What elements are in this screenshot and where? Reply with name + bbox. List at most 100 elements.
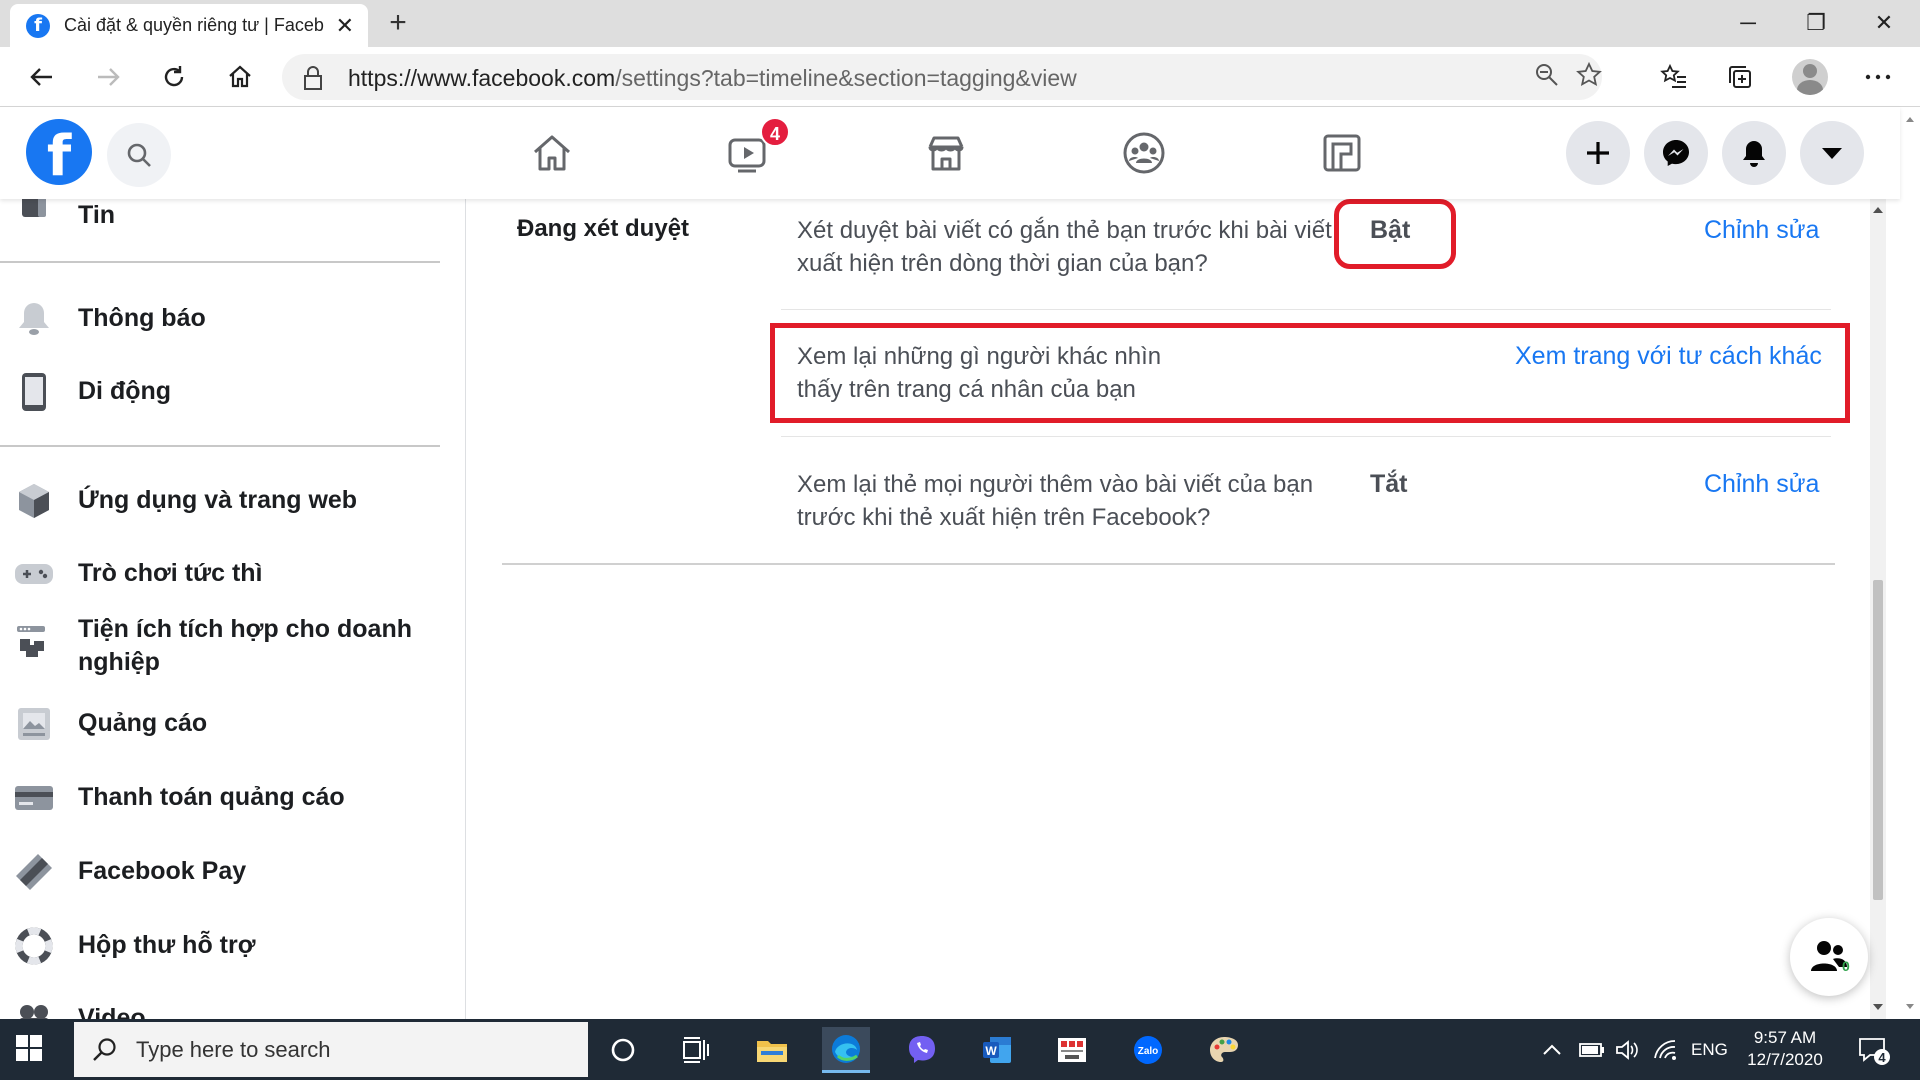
sidebar-item-notifications[interactable]: Thông báo bbox=[0, 294, 465, 344]
settings-main-content: Đang xét duyệt Xét duyệt bài viết có gắn… bbox=[467, 199, 1887, 1019]
favorite-star-icon[interactable] bbox=[1576, 61, 1602, 95]
home-browser-button[interactable] bbox=[220, 57, 260, 97]
clock-date: 12/7/2020 bbox=[1747, 1050, 1823, 1069]
sidebar-item-mobile[interactable]: Di động bbox=[0, 367, 465, 417]
browser-tab[interactable]: f Cài đặt & quyền riêng tư | Faceb ✕ bbox=[10, 4, 368, 47]
taskbar-search-box[interactable]: Type here to search bbox=[74, 1022, 588, 1077]
sidebar-item-ads[interactable]: Quảng cáo bbox=[0, 699, 465, 749]
sidebar-item-label: Thanh toán quảng cáo bbox=[78, 783, 345, 811]
create-button[interactable] bbox=[1566, 121, 1630, 185]
url-text[interactable]: https://www.facebook.com/settings?tab=ti… bbox=[348, 65, 1077, 92]
notification-count: 4 bbox=[1878, 1050, 1886, 1065]
nav-home[interactable] bbox=[522, 123, 582, 183]
address-bar[interactable]: https://www.facebook.com/settings?tab=ti… bbox=[282, 54, 1602, 100]
restore-button[interactable]: ❐ bbox=[1786, 4, 1846, 42]
video-icon bbox=[14, 999, 54, 1019]
zoom-icon[interactable] bbox=[1534, 62, 1560, 95]
row-text-line: Xem lại những gì người khác nhìn bbox=[797, 343, 1162, 370]
paint-app[interactable] bbox=[1200, 1027, 1248, 1073]
tray-overflow-icon[interactable] bbox=[1542, 1019, 1562, 1080]
review-tags-text: Xem lại thẻ mọi người thêm vào bài viết … bbox=[797, 468, 1313, 534]
facebook-logo-icon[interactable]: f bbox=[26, 119, 92, 185]
svg-text:Zalo: Zalo bbox=[1138, 1046, 1159, 1057]
messenger-icon bbox=[1663, 140, 1689, 166]
gaming-icon bbox=[1323, 134, 1361, 172]
review-tags-edit-link[interactable]: Chỉnh sửa bbox=[1704, 470, 1819, 499]
taskbar-clock[interactable]: 9:57 AM 12/7/2020 bbox=[1730, 1027, 1840, 1071]
section-divider bbox=[502, 563, 1835, 565]
sidebar-item-label: Di động bbox=[78, 377, 172, 405]
task-view-icon bbox=[683, 1037, 709, 1063]
review-tagged-posts-edit-link[interactable]: Chỉnh sửa bbox=[1704, 216, 1819, 245]
favorites-icon[interactable] bbox=[1654, 57, 1694, 97]
facebook-search-button[interactable] bbox=[107, 123, 171, 187]
nav-groups[interactable] bbox=[1114, 123, 1174, 183]
account-menu-icon bbox=[1822, 148, 1842, 159]
search-icon bbox=[93, 1037, 116, 1061]
mobile-icon bbox=[14, 372, 54, 412]
marketplace-icon bbox=[928, 136, 964, 171]
page-scrollbar[interactable] bbox=[1900, 107, 1920, 1019]
viber-app[interactable] bbox=[898, 1027, 946, 1073]
url-host: https://www.facebook.com bbox=[348, 65, 616, 91]
profile-avatar-icon[interactable] bbox=[1792, 59, 1828, 95]
page-scroll-up-icon[interactable] bbox=[1905, 115, 1915, 123]
nav-gaming[interactable] bbox=[1312, 123, 1372, 183]
sidebar-item-facebook-pay[interactable]: Facebook Pay bbox=[0, 847, 465, 897]
contacts-chat-button[interactable]: 0 bbox=[1790, 918, 1868, 996]
cortana-icon bbox=[611, 1038, 635, 1062]
edge-browser-app[interactable] bbox=[822, 1027, 870, 1073]
sidebar-item-video[interactable]: Video bbox=[0, 994, 465, 1019]
file-explorer-app[interactable] bbox=[748, 1027, 796, 1073]
nav-marketplace[interactable] bbox=[916, 123, 976, 183]
viber-icon bbox=[909, 1036, 935, 1063]
view-as-link[interactable]: Xem trang với tư cách khác bbox=[1515, 342, 1822, 371]
action-center-button[interactable]: 4 bbox=[1856, 1019, 1890, 1080]
notifications-button[interactable] bbox=[1722, 121, 1786, 185]
sidebar-item-instant-games[interactable]: Trò chơi tức thì bbox=[0, 549, 465, 599]
facebook-favicon-icon: f bbox=[26, 13, 50, 38]
browser-toolbar: https://www.facebook.com/settings?tab=ti… bbox=[0, 47, 1920, 107]
zalo-app[interactable]: Zalo bbox=[1124, 1027, 1172, 1073]
sidebar-item-support-inbox[interactable]: Hộp thư hỗ trợ bbox=[0, 921, 465, 971]
back-button[interactable] bbox=[22, 57, 62, 97]
minimize-button[interactable]: ─ bbox=[1718, 4, 1778, 42]
sidebar-item-label: Thông báo bbox=[78, 304, 206, 332]
row-text-line: Xem lại thẻ mọi người thêm vào bài viết … bbox=[797, 471, 1314, 498]
sidebar-item-label: Video bbox=[78, 1004, 146, 1019]
sidebar-item-stories[interactable]: Tin bbox=[0, 199, 465, 241]
volume-icon[interactable] bbox=[1614, 1019, 1640, 1080]
scroll-up-arrow-icon[interactable] bbox=[1872, 205, 1884, 215]
collections-icon[interactable] bbox=[1720, 57, 1760, 97]
lock-icon[interactable] bbox=[302, 65, 324, 96]
view-as-text: Xem lại những gì người khác nhìn thấy tr… bbox=[797, 340, 1161, 406]
start-button[interactable] bbox=[14, 1033, 44, 1068]
wifi-icon[interactable] bbox=[1652, 1019, 1678, 1080]
account-menu-button[interactable] bbox=[1800, 121, 1864, 185]
windows-taskbar: Type here to search W Zalo ENG 9:57 AM 1… bbox=[0, 1019, 1920, 1080]
page-scroll-down-icon[interactable] bbox=[1905, 1003, 1915, 1011]
close-window-button[interactable]: ✕ bbox=[1854, 4, 1914, 42]
new-tab-button[interactable]: + bbox=[380, 6, 416, 40]
sidebar-item-ads-payments[interactable]: Thanh toán quảng cáo bbox=[0, 773, 465, 823]
tab-close-icon[interactable]: ✕ bbox=[336, 13, 354, 39]
task-view-button[interactable] bbox=[672, 1027, 720, 1073]
input-language[interactable]: ENG bbox=[1691, 1019, 1728, 1080]
create-icon bbox=[1587, 142, 1609, 164]
messenger-button[interactable] bbox=[1644, 121, 1708, 185]
word-app[interactable]: W bbox=[973, 1027, 1021, 1073]
refresh-button[interactable] bbox=[154, 57, 194, 97]
more-menu-icon[interactable] bbox=[1858, 57, 1898, 97]
section-title-review: Đang xét duyệt bbox=[517, 215, 690, 242]
sidebar-item-label: Tin bbox=[78, 201, 116, 229]
battery-icon[interactable] bbox=[1578, 1019, 1606, 1080]
forward-button[interactable] bbox=[88, 57, 128, 97]
scroll-down-arrow-icon[interactable] bbox=[1872, 1002, 1884, 1012]
browser-tab-strip: f Cài đặt & quyền riêng tư | Faceb ✕ + ─… bbox=[0, 0, 1920, 47]
windows-logo-icon bbox=[16, 1035, 42, 1061]
sidebar-item-business-integrations[interactable]: Tiện ích tích hợp cho doanh nghiệp bbox=[0, 609, 465, 679]
cortana-button[interactable] bbox=[599, 1027, 647, 1073]
sidebar-item-apps-websites[interactable]: Ứng dụng và trang web bbox=[0, 476, 465, 526]
content-scrollbar-thumb[interactable] bbox=[1873, 580, 1883, 900]
pinned-app[interactable] bbox=[1048, 1027, 1096, 1073]
